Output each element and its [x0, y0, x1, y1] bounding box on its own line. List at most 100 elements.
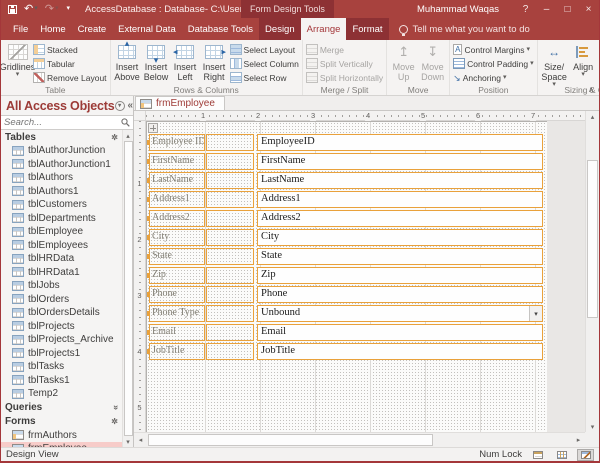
- nav-item-table[interactable]: tblProjects: [1, 320, 122, 334]
- search-icon[interactable]: [121, 118, 130, 127]
- stacked-button[interactable]: Stacked: [32, 43, 108, 56]
- align-button[interactable]: Align ▾: [569, 41, 598, 78]
- move-down-button[interactable]: ↧ Move Down: [418, 41, 447, 82]
- merge-button[interactable]: Merge: [305, 43, 384, 56]
- tab-format[interactable]: Format: [346, 18, 388, 40]
- field-spacer-cell[interactable]: [206, 210, 254, 227]
- nav-menu-icon[interactable]: ▾: [115, 101, 125, 111]
- field-label[interactable]: JobTitle: [149, 343, 205, 360]
- maximize-button[interactable]: □: [557, 0, 578, 18]
- tab-file[interactable]: File: [7, 18, 34, 40]
- save-button[interactable]: [8, 5, 17, 14]
- field-label[interactable]: Employee ID: [149, 134, 205, 151]
- field-label[interactable]: Address2: [149, 210, 205, 227]
- nav-item-table[interactable]: tblDepartments: [1, 212, 122, 226]
- tab-external-data[interactable]: External Data: [112, 18, 182, 40]
- vertical-scrollbar[interactable]: ▴ ▾: [585, 111, 599, 432]
- select-row-button[interactable]: Select Row: [229, 71, 300, 84]
- nav-item-table[interactable]: tblOrdersDetails: [1, 306, 122, 320]
- field-spacer-cell[interactable]: [206, 229, 254, 246]
- horizontal-scrollbar[interactable]: ◂ ▸: [134, 432, 585, 447]
- nav-item-table[interactable]: tblAuthorJunction: [1, 144, 122, 158]
- field-textbox[interactable]: Address2: [257, 210, 543, 227]
- close-button[interactable]: ×: [578, 0, 599, 18]
- select-layout-button[interactable]: Select Layout: [229, 43, 300, 56]
- field-textbox[interactable]: FirstName: [257, 153, 543, 170]
- nav-item-table[interactable]: tblHRData1: [1, 266, 122, 280]
- undo-button[interactable]: ↶▾: [24, 4, 38, 15]
- nav-scrollbar[interactable]: ▴ ▾: [122, 130, 133, 447]
- nav-item-table[interactable]: tblProjects_Archive: [1, 333, 122, 347]
- nav-item-form[interactable]: frmAuthors: [1, 429, 122, 443]
- field-textbox[interactable]: Phone: [257, 286, 543, 303]
- field-spacer-cell[interactable]: [206, 191, 254, 208]
- field-label[interactable]: Email: [149, 324, 205, 341]
- undo-caret-icon[interactable]: ▾: [34, 6, 38, 12]
- insert-right-button[interactable]: ▸ Insert Right: [200, 41, 229, 82]
- scroll-right-icon[interactable]: ▸: [572, 433, 585, 447]
- split-horizontally-button[interactable]: Split Horizontally: [305, 71, 384, 84]
- tab-design[interactable]: Design: [259, 18, 301, 40]
- scroll-left-icon[interactable]: ◂: [134, 433, 147, 447]
- field-label[interactable]: Phone: [149, 286, 205, 303]
- field-label[interactable]: Zip: [149, 267, 205, 284]
- tabular-button[interactable]: Tabular: [32, 57, 108, 70]
- gridlines-button[interactable]: Gridlines ▾: [3, 41, 32, 78]
- nav-group-forms[interactable]: Forms✲: [1, 415, 122, 429]
- nav-item-table[interactable]: tblEmployee: [1, 225, 122, 239]
- combo-dropdown-button[interactable]: ▾: [529, 306, 542, 321]
- scroll-up-icon[interactable]: ▴: [586, 111, 599, 122]
- nav-item-table[interactable]: tblJobs: [1, 279, 122, 293]
- tell-me-box[interactable]: Tell me what you want to do: [399, 18, 530, 40]
- field-textbox[interactable]: State: [257, 248, 543, 265]
- minimize-button[interactable]: –: [536, 0, 557, 18]
- form-view-button[interactable]: [529, 449, 546, 461]
- horizontal-scrollbar-thumb[interactable]: [148, 434, 433, 446]
- field-textbox[interactable]: JobTitle: [257, 343, 543, 360]
- nav-item-table[interactable]: tblCustomers: [1, 198, 122, 212]
- nav-item-table[interactable]: tblOrders: [1, 293, 122, 307]
- split-vertically-button[interactable]: Split Vertically: [305, 57, 384, 70]
- field-textbox[interactable]: LastName: [257, 172, 543, 189]
- move-up-button[interactable]: ↥ Move Up: [389, 41, 418, 82]
- user-account-button[interactable]: Muhammad Waqas: [417, 4, 499, 15]
- field-spacer-cell[interactable]: [206, 248, 254, 265]
- field-label[interactable]: Address1: [149, 191, 205, 208]
- nav-item-form-selected[interactable]: frmEmployee: [1, 442, 122, 447]
- field-spacer-cell[interactable]: [206, 343, 254, 360]
- scroll-up-icon[interactable]: ▴: [123, 130, 133, 141]
- search-input[interactable]: [4, 117, 121, 128]
- customize-qat-button[interactable]: ▾: [65, 6, 70, 12]
- insert-above-button[interactable]: ▴ Insert Above: [113, 41, 142, 82]
- tab-create[interactable]: Create: [72, 18, 113, 40]
- field-label[interactable]: FirstName: [149, 153, 205, 170]
- redo-button[interactable]: ↷▾: [45, 4, 59, 15]
- size-space-button[interactable]: ↔ Size/ Space ▾: [540, 41, 569, 88]
- field-spacer-cell[interactable]: [206, 305, 254, 322]
- nav-scrollbar-thumb[interactable]: [124, 141, 133, 436]
- field-textbox[interactable]: Email: [257, 324, 543, 341]
- field-combobox[interactable]: Unbound ▾: [257, 305, 543, 322]
- collapse-ribbon-button[interactable]: ∧: [588, 85, 594, 94]
- field-label[interactable]: LastName: [149, 172, 205, 189]
- tab-arrange[interactable]: Arrange: [301, 18, 347, 40]
- help-button[interactable]: ?: [515, 0, 536, 18]
- nav-item-table[interactable]: tblTasks: [1, 360, 122, 374]
- layout-view-button[interactable]: [553, 449, 570, 461]
- field-label[interactable]: State: [149, 248, 205, 265]
- nav-item-table[interactable]: tblAuthors: [1, 171, 122, 185]
- form-design-grid[interactable]: Employee ID EmployeeID FirstName FirstNa…: [146, 121, 547, 434]
- anchoring-button[interactable]: ↘Anchoring▾: [452, 71, 534, 84]
- nav-pane-header[interactable]: All Access Objects ▾ «: [1, 96, 133, 115]
- field-spacer-cell[interactable]: [206, 134, 254, 151]
- control-margins-button[interactable]: AControl Margins▾: [452, 43, 534, 56]
- design-view-button[interactable]: [577, 449, 594, 461]
- select-column-button[interactable]: Select Column: [229, 57, 300, 70]
- nav-item-table[interactable]: tblAuthors1: [1, 185, 122, 199]
- field-spacer-cell[interactable]: [206, 172, 254, 189]
- tab-home[interactable]: Home: [34, 18, 71, 40]
- scroll-down-icon[interactable]: ▾: [123, 436, 133, 447]
- field-spacer-cell[interactable]: [206, 267, 254, 284]
- field-spacer-cell[interactable]: [206, 324, 254, 341]
- insert-left-button[interactable]: ◂ Insert Left: [171, 41, 200, 82]
